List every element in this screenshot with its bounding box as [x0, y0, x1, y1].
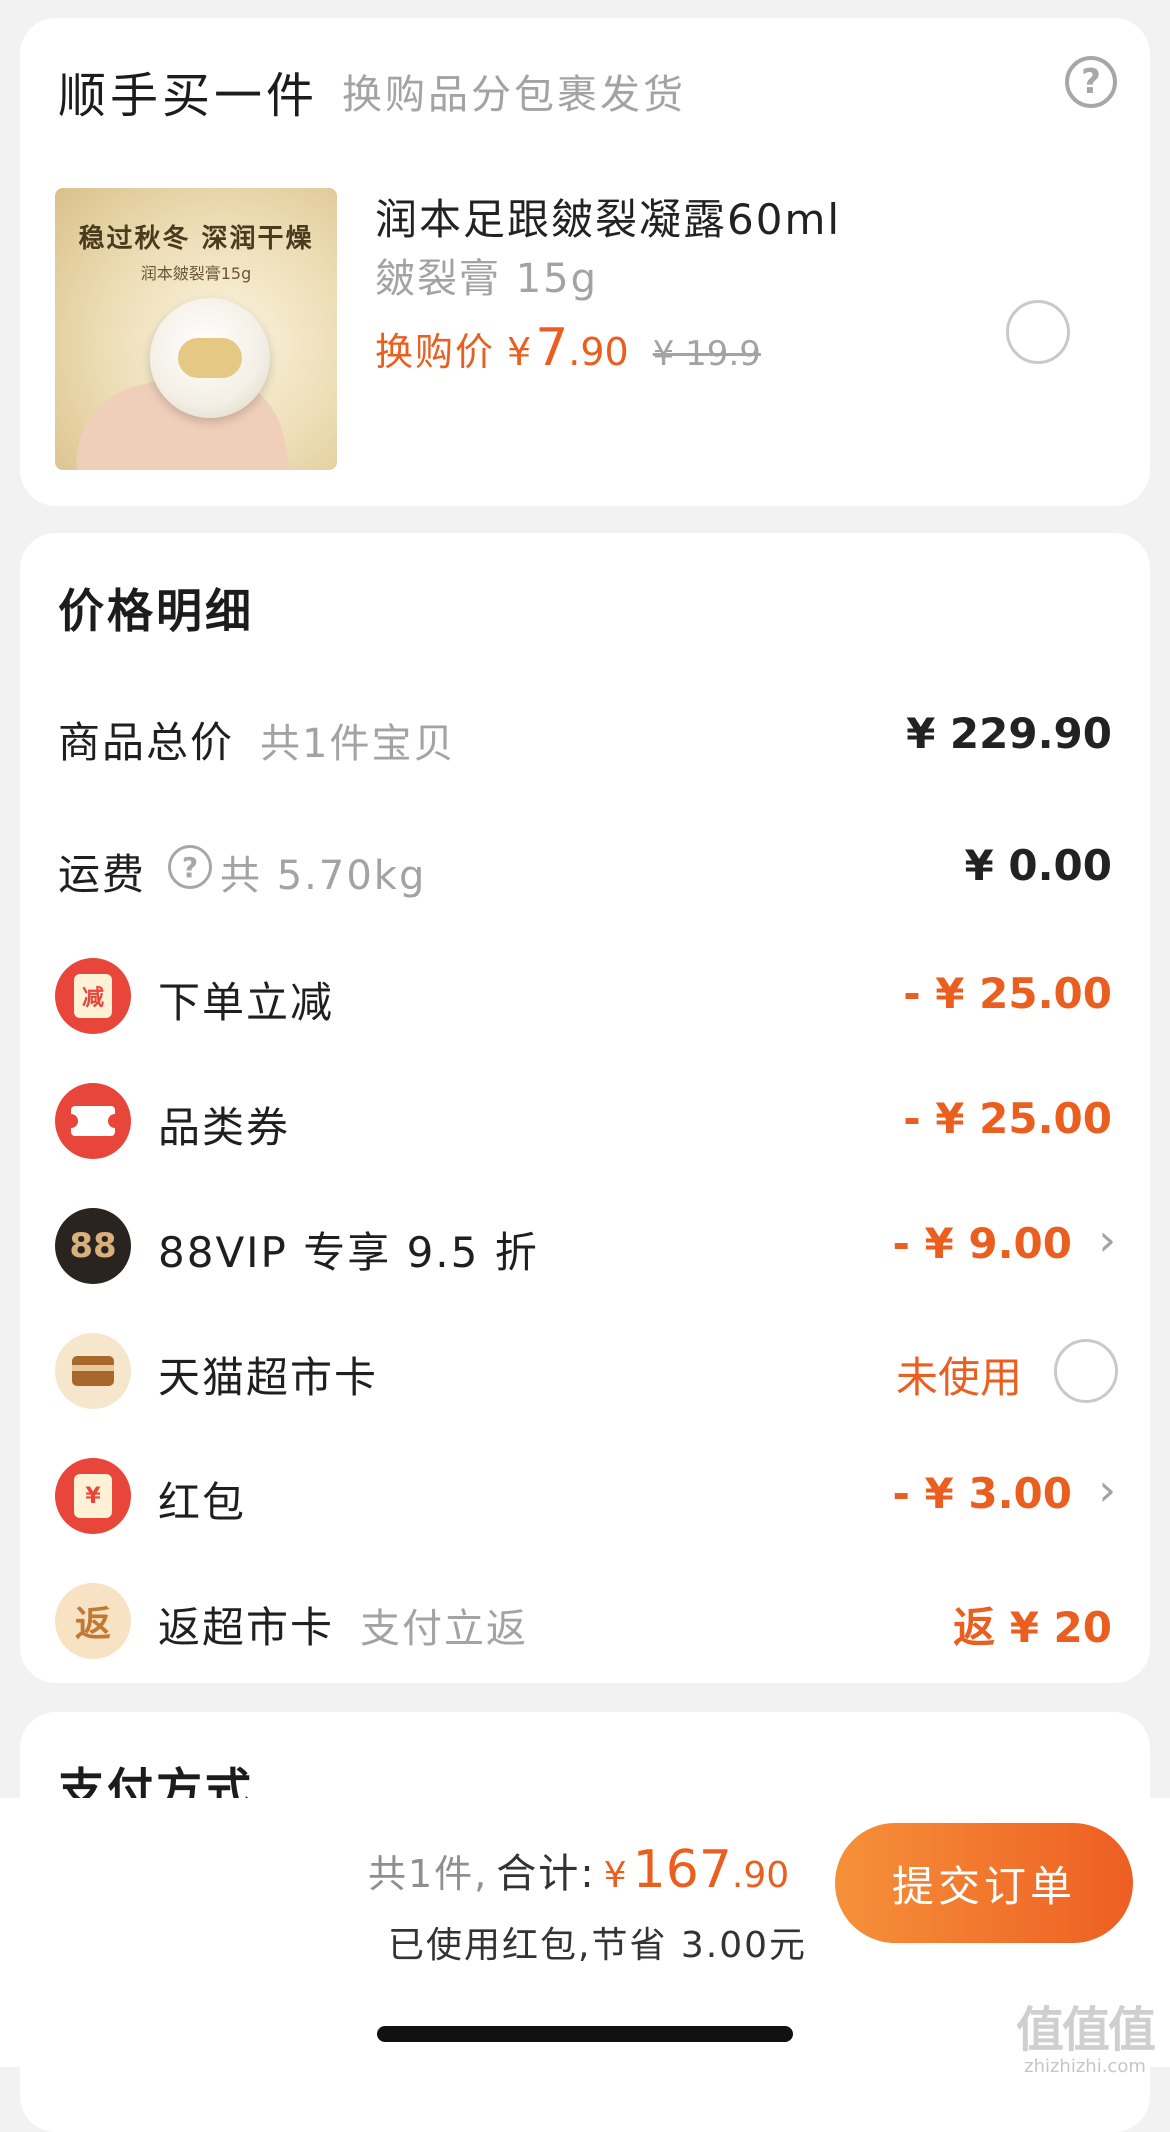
product-price-row: 换购价 ¥ 7 .90 ¥ 19.9 [375, 318, 761, 378]
supermarket-card-status: 未使用 [895, 1353, 1022, 1402]
submit-order-button[interactable]: 提交订单 [835, 1823, 1133, 1943]
product-spec: 皴裂膏 15g [375, 256, 599, 302]
supermarket-card-label[interactable]: 天猫超市卡 [158, 1344, 378, 1405]
category-coupon-amount[interactable]: - ¥ 25.00 [903, 1094, 1112, 1143]
supermarket-card-radio-icon[interactable] [1054, 1339, 1118, 1403]
vip-discount-label[interactable]: 88VIP 专享 9.5 折 [158, 1219, 539, 1280]
category-coupon-label[interactable]: 品类券 [158, 1094, 290, 1155]
price-integer: 7 [535, 318, 569, 378]
instant-discount-amount: - ¥ 25.00 [903, 969, 1112, 1018]
product-image-sub: 润本皴裂膏15g [140, 264, 252, 283]
total-currency: ¥ [603, 1855, 627, 1896]
shipping-weight-note: 共 5.70kg [220, 853, 427, 899]
original-price: ¥ 19.9 [652, 334, 761, 374]
price-detail-title: 价格明细 [58, 584, 254, 638]
red-packet-amount[interactable]: - ¥ 3.00 [892, 1469, 1072, 1518]
exchange-price-label: 换购价 [375, 330, 496, 374]
supermarket-card-icon [55, 1333, 131, 1409]
help-circle-icon[interactable]: ? [1065, 56, 1117, 108]
addon-select-radio-icon[interactable] [1006, 300, 1070, 364]
instant-discount-label: 下单立减 [158, 978, 335, 1027]
goods-count-note: 共1件宝贝 [260, 721, 456, 767]
addon-card: 顺手买一件 换购品分包裹发货 ? 稳过秋冬 深润干燥 润本皴裂膏15g 润本足跟… [20, 18, 1150, 506]
cashback-label: 返超市卡 [158, 1603, 335, 1652]
price-detail-card: 价格明细 商品总价 共1件宝贝 ¥ 229.90 运费 ? 共 5.70kg ¥… [20, 533, 1150, 1683]
product-image-headline: 稳过秋冬 深润干燥 [78, 224, 314, 254]
goods-total-amount: ¥ 229.90 [906, 709, 1112, 758]
shipping-label: 运费 [58, 850, 147, 899]
chevron-right-icon[interactable]: › [1098, 1465, 1116, 1516]
checkout-footer: 共1件, 合计: ¥ 167 .90 已使用红包,节省 3.00元 提交订单 值… [0, 1798, 1170, 2077]
cashback-badge-icon: 返 [55, 1583, 131, 1659]
savings-note: 已使用红包,节省 3.00元 [388, 1925, 808, 1966]
total-integer: 167 [632, 1840, 732, 1900]
shipping-amount: ¥ 0.00 [964, 841, 1112, 890]
price-currency: ¥ [507, 330, 532, 374]
red-packet-label[interactable]: 红包 [158, 1469, 246, 1530]
cream-tin-illustration [150, 298, 270, 418]
addon-subtitle: 换购品分包裹发货 [342, 72, 686, 118]
price-decimal: .90 [568, 330, 629, 374]
coupon-ticket-icon [55, 1083, 131, 1159]
total-summary: 共1件, 合计: ¥ 167 .90 [368, 1840, 789, 1900]
product-name[interactable]: 润本足跟皴裂凝露60ml [375, 186, 841, 247]
product-image[interactable]: 稳过秋冬 深润干燥 润本皴裂膏15g [55, 188, 337, 470]
red-packet-icon: ¥ [55, 1458, 131, 1534]
item-count: 共1件, [368, 1852, 489, 1896]
shipping-help-icon[interactable]: ? [168, 845, 212, 889]
addon-title: 顺手买一件 [58, 68, 319, 124]
total-decimal: .90 [731, 1855, 790, 1896]
chevron-right-icon[interactable]: › [1098, 1215, 1116, 1266]
goods-total-label: 商品总价 [58, 718, 235, 767]
home-indicator [377, 2026, 793, 2042]
vip88-badge-icon: 88 [55, 1208, 131, 1284]
reduce-badge-icon: 减 [55, 958, 131, 1034]
cashback-amount: 返 ¥ 20 [953, 1603, 1112, 1652]
watermark: 值值值 zhizhizhi.com [1010, 1990, 1160, 2077]
vip-discount-amount[interactable]: - ¥ 9.00 [892, 1219, 1072, 1268]
watermark-mark: 值值值 [1015, 2002, 1156, 2058]
cashback-note: 支付立返 [360, 1606, 528, 1652]
total-label: 合计: [496, 1851, 596, 1897]
tin-label [178, 338, 242, 378]
